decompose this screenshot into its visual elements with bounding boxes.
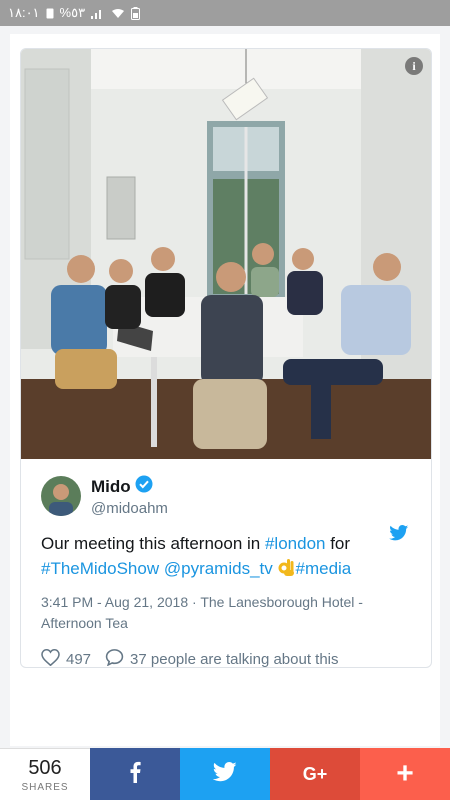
- facebook-icon: [129, 761, 141, 788]
- avatar[interactable]: [41, 476, 81, 516]
- tweet-actions: 497 37 people are talking about this: [41, 648, 411, 668]
- tweet-location[interactable]: The Lanesborough Hotel -: [200, 594, 363, 610]
- sim-icon: [46, 8, 54, 19]
- display-name[interactable]: Mido: [91, 477, 131, 497]
- hashtag-link[interactable]: #media: [296, 559, 352, 578]
- talking-count: 37 people are talking about this: [130, 650, 339, 668]
- share-count: 506: [28, 756, 62, 779]
- more-share-button[interactable]: +: [360, 748, 450, 800]
- signal-icon: [91, 8, 105, 19]
- ok-hand-emoji-icon: [278, 557, 296, 584]
- like-count: 497: [66, 650, 92, 668]
- share-bar: 506 SHARES G+ +: [0, 748, 450, 800]
- twitter-bird-icon[interactable]: [389, 525, 409, 546]
- verified-badge-icon: [135, 475, 153, 498]
- info-icon[interactable]: i: [405, 57, 423, 75]
- plus-icon: +: [396, 757, 414, 790]
- tweet-photo[interactable]: i: [21, 49, 431, 459]
- twitter-icon: [212, 761, 237, 787]
- like-button[interactable]: 497: [41, 648, 92, 668]
- battery-icon: [131, 6, 141, 20]
- page: i Mido @midoahm Our meeting this afterno…: [0, 26, 450, 748]
- tweet-embed-card[interactable]: i Mido @midoahm Our meeting this afterno…: [20, 48, 432, 668]
- tweet-text: Our meeting this afternoon in #london fo…: [41, 531, 411, 584]
- status-bar: ١٨:٠١ %٥٣: [0, 0, 450, 26]
- speech-bubble-icon: [105, 648, 124, 667]
- heart-icon: [41, 648, 60, 668]
- handle[interactable]: @midoahm: [91, 500, 168, 517]
- google-plus-label: G+: [302, 763, 328, 784]
- reply-conversation-button[interactable]: 37 people are talking about this: [105, 648, 339, 668]
- tweet-text-part: for: [325, 534, 351, 553]
- mention-link[interactable]: @pyramids_tv: [164, 559, 273, 578]
- battery-percent: %٥٣: [59, 5, 86, 20]
- clock: ١٨:٠١: [8, 5, 40, 20]
- google-plus-share-button[interactable]: G+: [270, 748, 360, 800]
- tweet-timestamp[interactable]: 3:41 PM - Aug 21, 2018: [41, 594, 188, 610]
- share-label: SHARES: [21, 781, 69, 793]
- share-counter: 506 SHARES: [0, 748, 90, 800]
- meta-separator: ·: [188, 594, 201, 610]
- tweet-location-cont[interactable]: Afternoon Tea: [41, 615, 128, 631]
- tweet-author[interactable]: Mido @midoahm: [41, 475, 411, 517]
- wifi-icon: [111, 8, 125, 19]
- author-names: Mido @midoahm: [91, 475, 168, 517]
- tweet-meta: 3:41 PM - Aug 21, 2018 · The Lanesboroug…: [41, 592, 411, 634]
- facebook-share-button[interactable]: [90, 748, 180, 800]
- tweet-body: Mido @midoahm Our meeting this afternoon…: [21, 459, 431, 668]
- twitter-share-button[interactable]: [180, 748, 270, 800]
- tweet-text-part: Our meeting this afternoon in: [41, 534, 265, 553]
- embed-container: i Mido @midoahm Our meeting this afterno…: [10, 34, 440, 746]
- hashtag-link[interactable]: #london: [265, 534, 326, 553]
- hashtag-link[interactable]: #TheMidoShow: [41, 559, 159, 578]
